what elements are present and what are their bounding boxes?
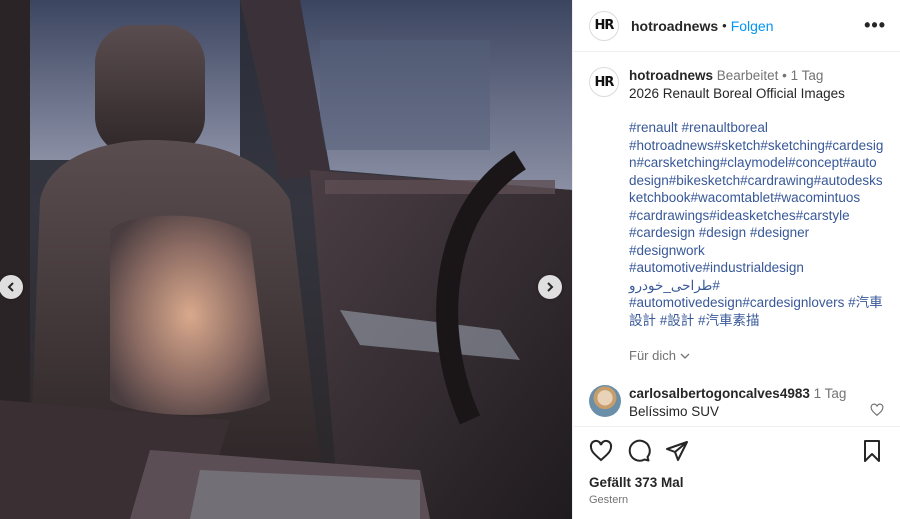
- header-separator: •: [722, 18, 727, 33]
- caption-logo-text: HR: [594, 74, 615, 90]
- post-side-panel: HR hotroadnews • Folgen ••• HR hotroadne…: [572, 0, 900, 519]
- comment-time[interactable]: 1 Tag: [814, 386, 847, 401]
- action-icons: [589, 437, 884, 465]
- bookmark-icon[interactable]: [860, 439, 884, 463]
- caption-username[interactable]: hotroadnews: [629, 68, 713, 83]
- caption-title: 2026 Renault Boreal Official Images: [629, 85, 845, 101]
- next-image-button[interactable]: [538, 275, 562, 299]
- previous-image-button[interactable]: [0, 275, 23, 299]
- post-caption: HR hotroadnews Bearbeitet • 1 Tag 2026 R…: [573, 53, 900, 365]
- caption-header: hotroadnews Bearbeitet • 1 Tag: [629, 67, 884, 85]
- caption-body: hotroadnews Bearbeitet • 1 Tag 2026 Rena…: [629, 67, 884, 365]
- comment-body: carlosalbertogoncalves4983 1 Tag Belíssi…: [629, 385, 846, 421]
- comment-bubble-icon[interactable]: [627, 439, 651, 463]
- hashtag-line[interactable]: #automotive#industrialdesign: [629, 259, 884, 277]
- commenter-avatar[interactable]: [589, 385, 621, 417]
- more-options-icon[interactable]: •••: [864, 15, 886, 36]
- header-username[interactable]: hotroadnews: [631, 18, 718, 34]
- chevron-left-icon: [7, 282, 14, 292]
- likes-count[interactable]: Gefällt 373 Mal: [589, 475, 884, 490]
- comment-like-heart-icon[interactable]: [870, 403, 884, 417]
- comment-item: carlosalbertogoncalves4983 1 Tag Belíssi…: [573, 385, 900, 421]
- hashtag-line[interactable]: #طراحی_خودرو: [629, 277, 884, 295]
- see-translation-label: Für dich: [629, 348, 676, 363]
- caption-time[interactable]: 1 Tag: [791, 68, 824, 83]
- caption-separator: •: [782, 68, 787, 83]
- caption-avatar[interactable]: HR: [589, 67, 619, 97]
- share-paper-plane-icon[interactable]: [665, 439, 689, 463]
- hashtag-line[interactable]: #renault #renaultboreal: [629, 119, 884, 137]
- post-header: HR hotroadnews • Folgen •••: [573, 0, 900, 52]
- car-interior-image: [0, 0, 572, 519]
- like-heart-icon[interactable]: [589, 439, 613, 463]
- hashtag-line[interactable]: #cardesign #design #designer: [629, 224, 884, 242]
- caption-edited: Bearbeitet: [716, 68, 779, 83]
- comments-section: HR hotroadnews Bearbeitet • 1 Tag 2026 R…: [573, 53, 900, 425]
- comment-text: Belíssimo SUV: [629, 404, 720, 419]
- chevron-down-icon: [680, 353, 690, 359]
- chevron-right-icon: [547, 282, 554, 292]
- hashtag-line[interactable]: #designwork: [629, 242, 884, 260]
- post-timestamp: Gestern: [589, 494, 629, 506]
- comment-username[interactable]: carlosalbertogoncalves4983: [629, 386, 810, 401]
- see-translation-link[interactable]: Für dich: [629, 347, 884, 365]
- account-avatar[interactable]: HR: [589, 10, 619, 41]
- hashtag-line[interactable]: #cardrawings#ideasketches#carstyle: [629, 207, 884, 225]
- hashtag-line[interactable]: #automotivedesign#cardesignlovers #汽車設計 …: [629, 294, 884, 329]
- post-photo: [0, 0, 572, 519]
- hashtag-line[interactable]: #hotroadnews#sketch#sketching#cardesign#…: [629, 137, 884, 207]
- post-actions: Gefällt 373 Mal Gestern: [573, 426, 900, 519]
- follow-button[interactable]: Folgen: [731, 18, 774, 34]
- caption-hashtags: #renault #renaultboreal #hotroadnews#ske…: [629, 119, 884, 329]
- logo-text: HR: [594, 18, 615, 33]
